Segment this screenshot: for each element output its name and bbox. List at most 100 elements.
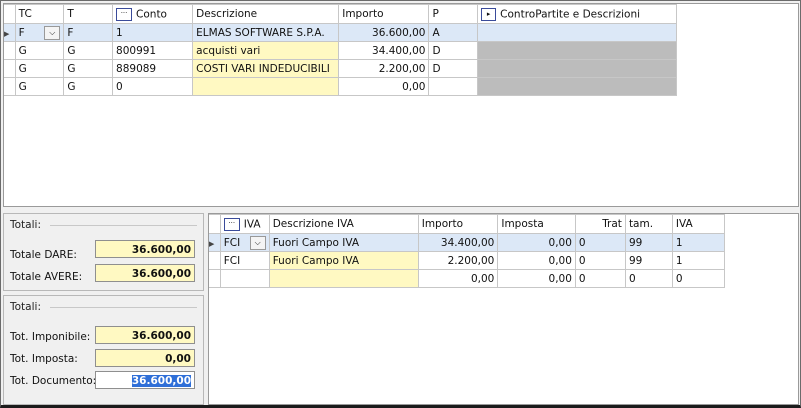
t-cell[interactable]: F: [63, 23, 114, 42]
descrizione-cell[interactable]: ELMAS SOFTWARE S.P.A.: [192, 23, 340, 42]
descrizione-iva-cell[interactable]: Fuori Campo IVA: [268, 251, 419, 270]
tot-documento-field[interactable]: 36.600,00: [95, 371, 195, 389]
col-header-iva2[interactable]: IVA: [671, 214, 726, 234]
chevron-down-icon[interactable]: ⌵: [249, 235, 266, 250]
iva-grid[interactable]: ··· IVA Descrizione IVA Importo Imposta T…: [208, 213, 799, 405]
table-row[interactable]: ▶ FCI ⌵ Fuori Campo IVA 34.400,00 0,00 0 …: [209, 233, 726, 252]
totale-dare-field[interactable]: 36.600,00: [95, 240, 195, 258]
col-header-descrizione[interactable]: Descrizione: [192, 4, 340, 24]
table-row[interactable]: FCI Fuori Campo IVA 2.200,00 0,00 0 99 1: [209, 251, 726, 270]
importo-cell[interactable]: 2.200,00: [338, 59, 430, 78]
group-divider: [50, 225, 197, 226]
iva-cell[interactable]: FCI: [219, 251, 270, 270]
group-title: Totali:: [10, 219, 41, 231]
col-header-imposta[interactable]: Imposta: [497, 214, 576, 234]
row-indicator: [4, 59, 16, 78]
col-header-importo[interactable]: Importo: [338, 4, 430, 24]
conto-cell[interactable]: 0: [112, 77, 194, 96]
tc-cell[interactable]: F ⌵: [14, 23, 65, 42]
tot-imponibile-field[interactable]: 36.600,00: [95, 326, 195, 344]
col-header-conto[interactable]: ··· Conto: [112, 4, 194, 24]
p-cell[interactable]: D: [428, 41, 479, 60]
importo-cell[interactable]: 0,00: [338, 77, 430, 96]
importo-cell[interactable]: 2.200,00: [417, 251, 499, 270]
col-header-descrizione-iva[interactable]: Descrizione IVA: [268, 214, 419, 234]
iva-lookup-button[interactable]: ···: [223, 217, 240, 231]
table-row[interactable]: G G 800991 acquisti vari 34.400,00 D: [4, 41, 677, 60]
journal-entries-grid[interactable]: TC T ··· Conto Descrizione Importo P ▸ Con…: [3, 3, 799, 207]
imposta-cell[interactable]: 0,00: [497, 251, 576, 270]
group-title: Totali:: [10, 301, 41, 313]
col-header-t[interactable]: T: [63, 4, 114, 24]
conto-lookup-button[interactable]: ···: [116, 7, 133, 21]
iva2-cell[interactable]: 1: [671, 233, 726, 252]
row-indicator: [209, 251, 221, 270]
row-indicator: [4, 41, 16, 60]
tot-documento-label: Tot. Documento:: [10, 375, 97, 387]
current-row-indicator: ▶: [209, 233, 221, 252]
importo-cell[interactable]: 34.400,00: [417, 233, 499, 252]
col-header-iva-label: IVA: [243, 218, 261, 230]
tc-cell[interactable]: G: [14, 59, 65, 78]
contropartite-cell[interactable]: [477, 23, 677, 42]
col-header-contropartite-label: ControPartite e Descrizioni: [500, 8, 641, 20]
trat-cell[interactable]: 0: [574, 233, 626, 252]
p-cell[interactable]: D: [428, 59, 479, 78]
conto-cell[interactable]: 800991: [112, 41, 194, 60]
imposta-cell[interactable]: 0,00: [497, 233, 576, 252]
col-header-contropartite[interactable]: ▸ ControPartite e Descrizioni: [477, 4, 677, 24]
t-cell[interactable]: G: [63, 77, 114, 96]
iva2-cell[interactable]: 1: [671, 251, 726, 270]
totale-avere-field[interactable]: 36.600,00: [95, 264, 195, 282]
tc-value: F: [18, 26, 25, 39]
contropartite-cell: [477, 77, 677, 96]
iva-cell[interactable]: [219, 269, 270, 288]
chevron-down-icon[interactable]: ⌵: [44, 25, 61, 40]
totale-avere-label: Totale AVERE:: [10, 271, 83, 283]
iva-cell[interactable]: FCI ⌵: [219, 233, 270, 252]
descrizione-cell[interactable]: acquisti vari: [192, 41, 340, 60]
row-indicator-header: [209, 214, 221, 234]
expand-contropartite-button[interactable]: ▸: [481, 7, 497, 21]
conto-cell[interactable]: 1: [112, 23, 194, 42]
grid-header-row: ··· IVA Descrizione IVA Importo Imposta T…: [209, 214, 726, 234]
iva-value: FCI: [223, 236, 241, 249]
conto-cell[interactable]: 889089: [112, 59, 194, 78]
t-cell[interactable]: G: [63, 59, 114, 78]
descrizione-cell[interactable]: COSTI VARI INDEDUCIBILI: [192, 59, 340, 78]
tam-cell[interactable]: 99: [624, 233, 673, 252]
tc-cell[interactable]: G: [14, 41, 65, 60]
col-header-tam[interactable]: tam.: [624, 214, 673, 234]
col-header-trat[interactable]: Trat: [574, 214, 626, 234]
importo-cell[interactable]: 36.600,00: [338, 23, 430, 42]
row-indicator: [209, 269, 221, 288]
tam-cell[interactable]: 99: [624, 251, 673, 270]
tot-imposta-field[interactable]: 0,00: [95, 349, 195, 367]
descrizione-cell[interactable]: [192, 77, 340, 96]
importo-cell[interactable]: 34.400,00: [338, 41, 430, 60]
trat-cell[interactable]: 0: [574, 269, 626, 288]
descrizione-iva-cell[interactable]: Fuori Campo IVA: [268, 233, 419, 252]
table-row[interactable]: G G 889089 COSTI VARI INDEDUCIBILI 2.200…: [4, 59, 677, 78]
t-cell[interactable]: G: [63, 41, 114, 60]
table-row[interactable]: ▶ F ⌵ F 1 ELMAS SOFTWARE S.P.A. 36.600,00…: [4, 23, 677, 42]
col-header-importo[interactable]: Importo: [417, 214, 499, 234]
col-header-iva[interactable]: ··· IVA: [219, 214, 270, 234]
col-header-p[interactable]: P: [428, 4, 479, 24]
tc-cell[interactable]: G: [14, 77, 65, 96]
tot-documento-selected-text: 36.600,00: [131, 375, 191, 387]
col-header-tc[interactable]: TC: [14, 4, 65, 24]
tam-cell[interactable]: 0: [624, 269, 673, 288]
descrizione-iva-cell[interactable]: [268, 269, 419, 288]
table-row[interactable]: G G 0 0,00: [4, 77, 677, 96]
p-cell[interactable]: A: [428, 23, 479, 42]
iva2-cell[interactable]: 0: [671, 269, 726, 288]
importo-cell[interactable]: 0,00: [417, 269, 499, 288]
trat-cell[interactable]: 0: [574, 251, 626, 270]
table-row[interactable]: 0,00 0,00 0 0 0: [209, 269, 726, 288]
totale-dare-label: Totale DARE:: [10, 249, 77, 261]
row-indicator: [4, 77, 16, 96]
imposta-cell[interactable]: 0,00: [497, 269, 576, 288]
group-divider: [50, 307, 197, 308]
p-cell[interactable]: [428, 77, 479, 96]
